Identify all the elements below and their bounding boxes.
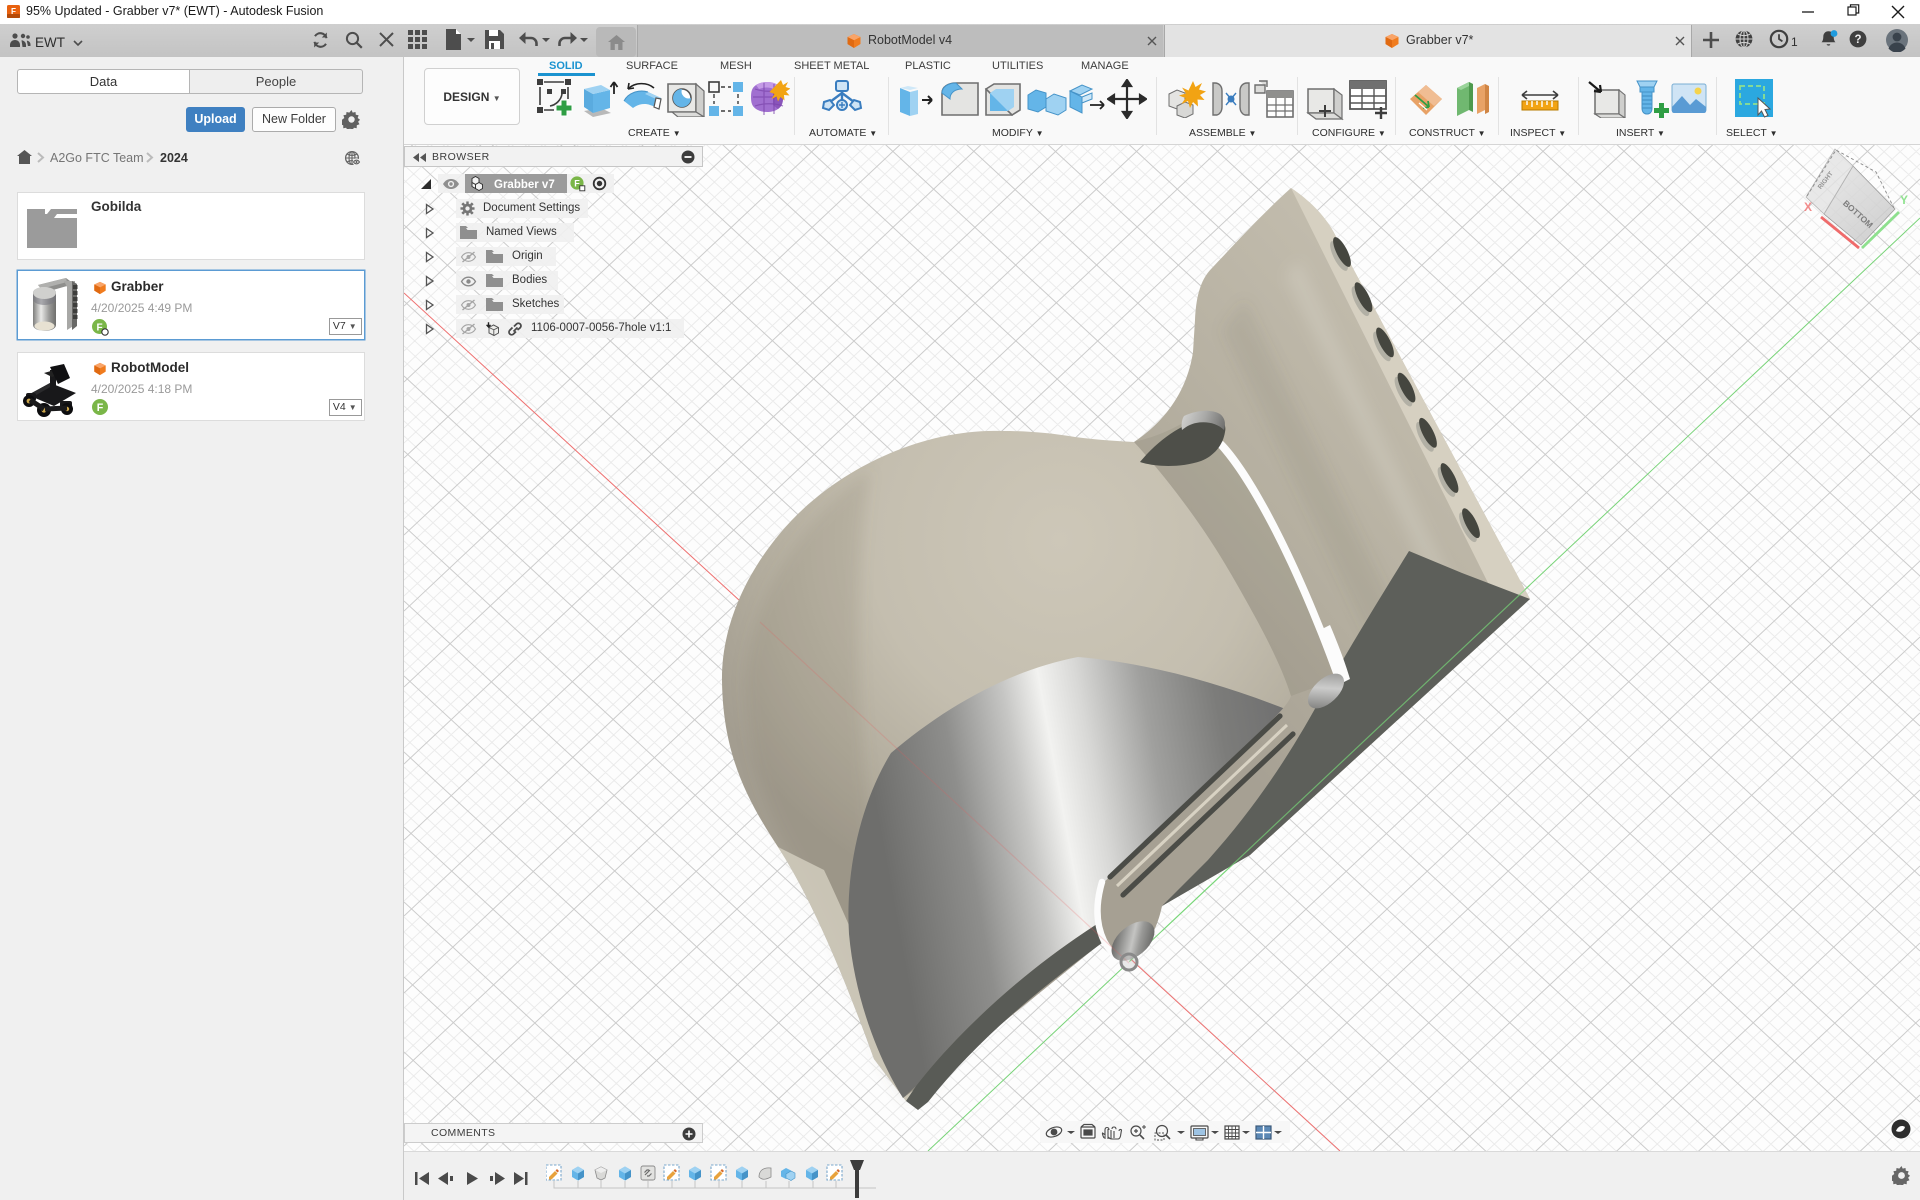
svg-text:F: F	[97, 402, 104, 414]
svg-text:X: X	[1804, 200, 1812, 214]
svg-text:F: F	[11, 7, 16, 16]
svg-text:?: ?	[1854, 34, 1861, 46]
svg-text:F: F	[574, 179, 580, 189]
svg-text:Y: Y	[1900, 193, 1908, 207]
